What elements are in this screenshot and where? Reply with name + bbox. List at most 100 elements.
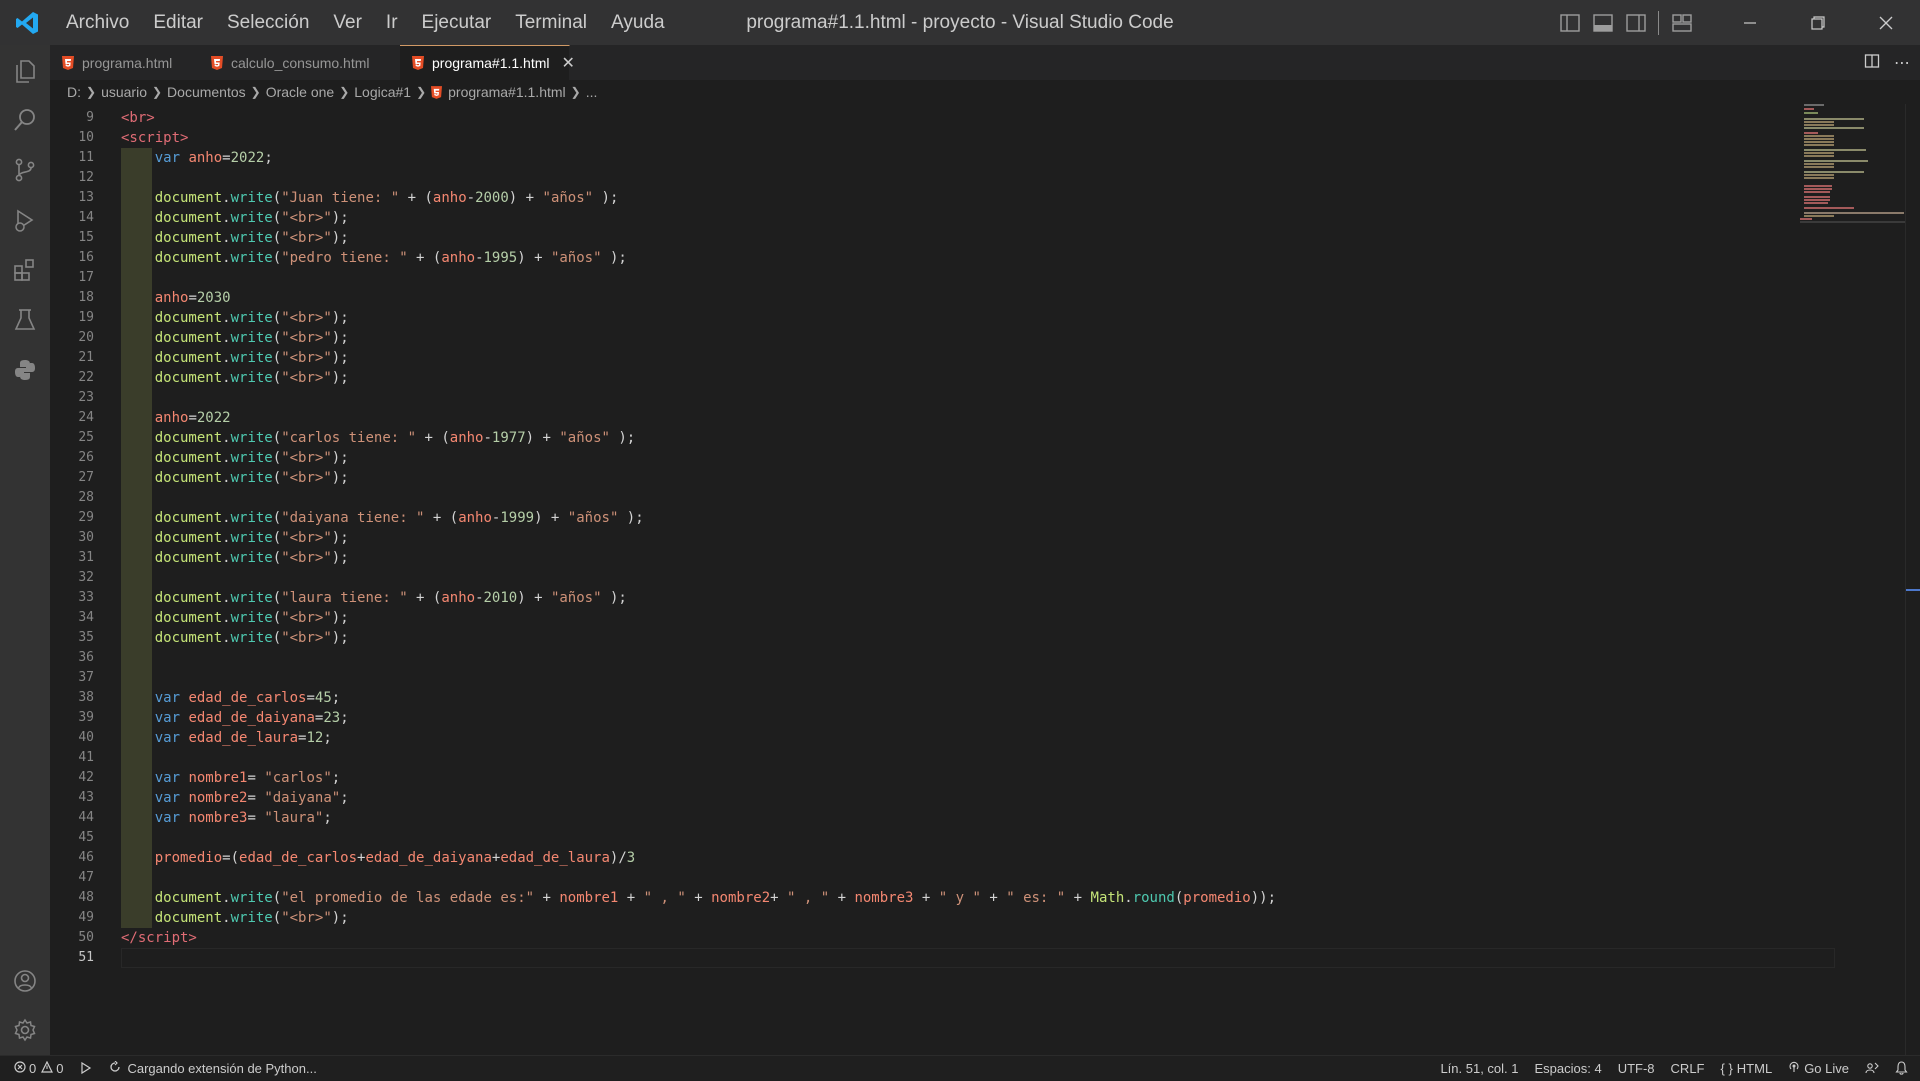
breadcrumb-usuario[interactable]: usuario [101,84,147,100]
code-line[interactable]: document.write("daiyana tiene: " + (anho… [121,508,644,528]
code-line[interactable]: document.write("<br>"); [121,308,349,328]
source-control-icon[interactable] [0,146,50,194]
search-icon[interactable] [0,96,50,144]
line-number: 17 [78,270,94,285]
code-line[interactable]: anho=2030 [121,288,231,308]
minimize-icon[interactable] [1716,0,1784,45]
menu-ejecutar[interactable]: Ejecutar [410,0,504,45]
line-number: 23 [78,390,94,405]
indent-guide [121,868,152,888]
line-number: 37 [78,670,94,685]
indentation-status[interactable]: Espacios: 4 [1527,1056,1610,1081]
feedback-icon[interactable] [1857,1056,1887,1081]
minimap[interactable] [1796,104,1906,224]
code-line[interactable]: var nombre2= "daiyana"; [121,788,349,808]
accounts-icon[interactable] [0,957,50,1005]
more-actions-icon[interactable]: ⋯ [1894,53,1910,72]
breadcrumb-file[interactable]: programa#1.1.html [448,84,566,100]
notifications-bell-icon[interactable] [1887,1056,1920,1081]
explorer-icon[interactable] [0,47,50,95]
run-debug-icon[interactable] [0,196,50,244]
menu-terminal[interactable]: Terminal [503,0,599,45]
problems-status[interactable]: 0 0 [0,1056,71,1081]
extensions-icon[interactable] [0,246,50,294]
line-number: 30 [78,530,94,545]
tab-programa-html[interactable]: programa.html [50,45,199,80]
code-line[interactable]: <br> [121,108,155,128]
html5-file-icon [412,56,424,70]
menu-ver[interactable]: Ver [321,0,374,45]
code-line[interactable]: </script> [121,928,197,948]
menu-archivo[interactable]: Archivo [54,0,141,45]
code-line[interactable]: document.write("<br>"); [121,908,349,928]
python-icon[interactable] [0,346,50,394]
close-window-icon[interactable] [1852,0,1920,45]
toggle-primary-sidebar-icon[interactable] [1553,0,1586,45]
tab-label: calculo_consumo.html [231,54,370,71]
code-line[interactable]: var nombre3= "laura"; [121,808,332,828]
code-line[interactable]: document.write("<br>"); [121,328,349,348]
code-line[interactable]: document.write("<br>"); [121,608,349,628]
tab-calculo-consumo-html[interactable]: calculo_consumo.html [199,45,385,80]
close-tab-icon[interactable]: ✕ [562,53,575,73]
settings-gear-icon[interactable] [0,1006,50,1054]
code-line[interactable]: <script> [121,128,188,148]
code-line[interactable]: document.write("<br>"); [121,448,349,468]
code-line[interactable]: var nombre1= "carlos"; [121,768,340,788]
restore-icon[interactable] [1784,0,1852,45]
code-line[interactable]: document.write("laura tiene: " + (anho-2… [121,588,627,608]
line-number: 48 [78,890,94,905]
chevron-right-icon: ❯ [339,85,350,99]
toggle-panel-icon[interactable] [1586,0,1619,45]
code-line[interactable]: document.write("<br>"); [121,228,349,248]
line-number: 40 [78,730,94,745]
tab-programa-1-1-html[interactable]: programa#1.1.html ✕ [400,45,575,80]
code-editor[interactable]: 9 10 11 12 13 14 15 16 17 18 19 20 21 22 23 24 25 26 27 28 2… [50,104,1920,1055]
go-live-button[interactable]: Go Live [1780,1056,1857,1081]
code-line[interactable]: document.write("Juan tiene: " + (anho-20… [121,188,619,208]
breadcrumb-logica1[interactable]: Logica#1 [354,84,411,100]
code-line[interactable]: var anho=2022; [121,148,273,168]
customize-layout-icon[interactable] [1665,0,1698,45]
code-line[interactable]: document.write("el promedio de las edade… [121,888,1276,908]
code-line[interactable]: document.write("<br>"); [121,528,349,548]
line-number: 42 [78,770,94,785]
code-line[interactable]: document.write("carlos tiene: " + (anho-… [121,428,636,448]
testing-icon[interactable] [0,296,50,344]
eol-status[interactable]: CRLF [1663,1056,1713,1081]
indent-guide [121,488,152,508]
line-number: 16 [78,250,94,265]
menu-ayuda[interactable]: Ayuda [599,0,677,45]
cursor-position[interactable]: Lín. 51, col. 1 [1432,1056,1526,1081]
code-line[interactable]: document.write("<br>"); [121,548,349,568]
remote-explorer-icon[interactable] [71,1056,101,1081]
line-number: 15 [78,230,94,245]
code-line[interactable]: document.write("<br>"); [121,468,349,488]
line-number: 38 [78,690,94,705]
menu-seleccion[interactable]: Selección [215,0,321,45]
vertical-scrollbar[interactable] [1905,104,1920,1055]
code-line[interactable]: document.write("pedro tiene: " + (anho-1… [121,248,627,268]
code-line[interactable]: anho=2022 [121,408,231,428]
code-line[interactable]: promedio=(edad_de_carlos+edad_de_daiyana… [121,848,636,868]
breadcrumb-drive[interactable]: D: [67,84,81,100]
encoding-status[interactable]: UTF-8 [1610,1056,1663,1081]
code-line[interactable]: document.write("<br>"); [121,348,349,368]
code-line[interactable]: document.write("<br>"); [121,628,349,648]
code-line[interactable]: var edad_de_carlos=45; [121,688,340,708]
vscode-logo-icon [0,0,54,45]
line-number: 41 [78,750,94,765]
code-line[interactable]: document.write("<br>"); [121,208,349,228]
line-number: 19 [78,310,94,325]
menu-ir[interactable]: Ir [374,0,410,45]
breadcrumb-documentos[interactable]: Documentos [167,84,246,100]
code-line[interactable]: document.write("<br>"); [121,368,349,388]
menu-editar[interactable]: Editar [141,0,215,45]
language-mode[interactable]: { } HTML [1713,1056,1781,1081]
code-line[interactable]: var edad_de_laura=12; [121,728,332,748]
breadcrumb-oracle-one[interactable]: Oracle one [266,84,334,100]
toggle-secondary-sidebar-icon[interactable] [1619,0,1652,45]
breadcrumb-symbol[interactable]: ... [586,84,598,100]
split-editor-icon[interactable] [1864,53,1880,73]
code-line[interactable]: var edad_de_daiyana=23; [121,708,349,728]
